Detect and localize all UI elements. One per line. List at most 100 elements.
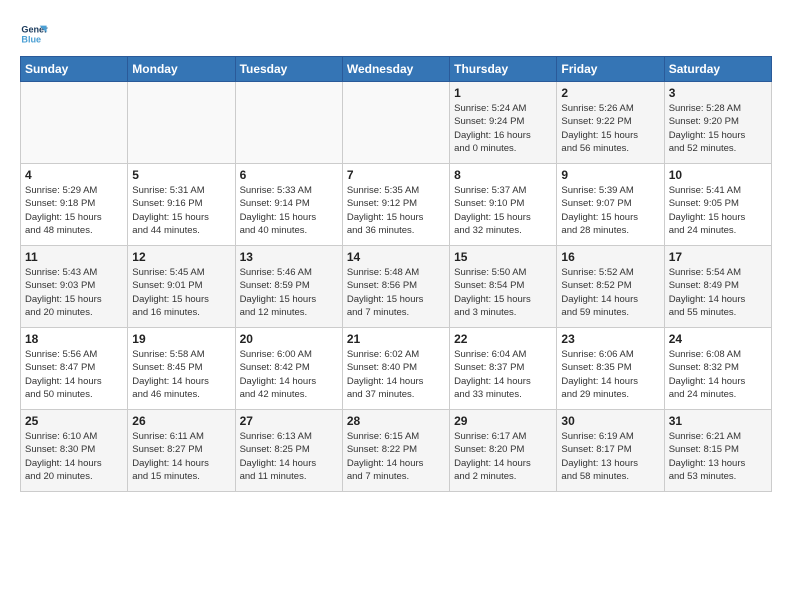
day-info: Sunrise: 5:41 AMSunset: 9:05 PMDaylight:… [669,184,767,237]
day-number: 7 [347,168,445,182]
day-info: Sunrise: 6:02 AMSunset: 8:40 PMDaylight:… [347,348,445,401]
calendar-cell: 6 Sunrise: 5:33 AMSunset: 9:14 PMDaylight… [235,164,342,246]
day-number: 21 [347,332,445,346]
day-number: 20 [240,332,338,346]
day-number: 4 [25,168,123,182]
weekday-header-tuesday: Tuesday [235,57,342,82]
day-number: 25 [25,414,123,428]
calendar-week-1: 1Sunrise: 5:24 AMSunset: 9:24 PMDaylight… [21,82,772,164]
calendar-cell [342,82,449,164]
day-info: Sunrise: 5:46 AMSunset: 8:59 PMDaylight:… [240,266,338,319]
calendar-cell: 21 Sunrise: 6:02 AMSunset: 8:40 PMDayligh… [342,328,449,410]
calendar-cell: 17Sunrise: 5:54 AMSunset: 8:49 PMDayligh… [664,246,771,328]
weekday-header-wednesday: Wednesday [342,57,449,82]
day-info: Sunrise: 5:43 AMSunset: 9:03 PMDaylight:… [25,266,123,319]
logo: General Blue [20,20,50,48]
day-number: 22 [454,332,552,346]
calendar-cell: 16 Sunrise: 5:52 AMSunset: 8:52 PMDayligh… [557,246,664,328]
day-number: 9 [561,168,659,182]
page-container: General Blue SundayMondayTuesdayWednesda… [0,0,792,502]
calendar-cell: 14Sunrise: 5:48 AMSunset: 8:56 PMDayligh… [342,246,449,328]
calendar-cell: 10 Sunrise: 5:41 AMSunset: 9:05 PMDayligh… [664,164,771,246]
day-number: 29 [454,414,552,428]
calendar-cell: 9 Sunrise: 5:39 AMSunset: 9:07 PMDaylight… [557,164,664,246]
calendar-header: SundayMondayTuesdayWednesdayThursdayFrid… [21,57,772,82]
day-number: 19 [132,332,230,346]
calendar-cell: 22 Sunrise: 6:04 AMSunset: 8:37 PMDayligh… [450,328,557,410]
calendar-cell: 20 Sunrise: 6:00 AMSunset: 8:42 PMDayligh… [235,328,342,410]
calendar-cell [235,82,342,164]
day-info: Sunrise: 6:04 AMSunset: 8:37 PMDaylight:… [454,348,552,401]
calendar-cell: 27Sunrise: 6:13 AMSunset: 8:25 PMDayligh… [235,410,342,492]
day-number: 15 [454,250,552,264]
calendar-week-3: 11 Sunrise: 5:43 AMSunset: 9:03 PMDayligh… [21,246,772,328]
day-info: Sunrise: 5:35 AMSunset: 9:12 PMDaylight:… [347,184,445,237]
day-info: Sunrise: 6:15 AMSunset: 8:22 PMDaylight:… [347,430,445,483]
day-number: 27 [240,414,338,428]
calendar-cell: 5Sunrise: 5:31 AMSunset: 9:16 PMDaylight… [128,164,235,246]
calendar-cell: 1Sunrise: 5:24 AMSunset: 9:24 PMDaylight… [450,82,557,164]
day-info: Sunrise: 6:06 AMSunset: 8:35 PMDaylight:… [561,348,659,401]
calendar-cell: 29Sunrise: 6:17 AMSunset: 8:20 PMDayligh… [450,410,557,492]
day-info: Sunrise: 5:52 AMSunset: 8:52 PMDaylight:… [561,266,659,319]
day-info: Sunrise: 5:37 AMSunset: 9:10 PMDaylight:… [454,184,552,237]
calendar-week-2: 4 Sunrise: 5:29 AMSunset: 9:18 PMDaylight… [21,164,772,246]
day-number: 8 [454,168,552,182]
day-info: Sunrise: 5:58 AMSunset: 8:45 PMDaylight:… [132,348,230,401]
day-number: 12 [132,250,230,264]
day-info: Sunrise: 5:54 AMSunset: 8:49 PMDaylight:… [669,266,767,319]
calendar-cell: 13Sunrise: 5:46 AMSunset: 8:59 PMDayligh… [235,246,342,328]
calendar-cell [128,82,235,164]
calendar-cell: 15 Sunrise: 5:50 AMSunset: 8:54 PMDayligh… [450,246,557,328]
calendar-cell: 18 Sunrise: 5:56 AMSunset: 8:47 PMDayligh… [21,328,128,410]
calendar-cell [21,82,128,164]
day-number: 10 [669,168,767,182]
calendar-week-4: 18 Sunrise: 5:56 AMSunset: 8:47 PMDayligh… [21,328,772,410]
day-number: 6 [240,168,338,182]
day-info: Sunrise: 6:19 AMSunset: 8:17 PMDaylight:… [561,430,659,483]
calendar-cell: 12 Sunrise: 5:45 AMSunset: 9:01 PMDayligh… [128,246,235,328]
weekday-header-sunday: Sunday [21,57,128,82]
calendar-cell: 3Sunrise: 5:28 AMSunset: 9:20 PMDaylight… [664,82,771,164]
calendar-cell: 26Sunrise: 6:11 AMSunset: 8:27 PMDayligh… [128,410,235,492]
day-info: Sunrise: 6:00 AMSunset: 8:42 PMDaylight:… [240,348,338,401]
calendar-table: SundayMondayTuesdayWednesdayThursdayFrid… [20,56,772,492]
calendar-cell: 11 Sunrise: 5:43 AMSunset: 9:03 PMDayligh… [21,246,128,328]
day-info: Sunrise: 5:28 AMSunset: 9:20 PMDaylight:… [669,102,767,155]
calendar-cell: 28 Sunrise: 6:15 AMSunset: 8:22 PMDayligh… [342,410,449,492]
weekday-row: SundayMondayTuesdayWednesdayThursdayFrid… [21,57,772,82]
day-number: 31 [669,414,767,428]
calendar-cell: 8 Sunrise: 5:37 AMSunset: 9:10 PMDaylight… [450,164,557,246]
day-number: 11 [25,250,123,264]
calendar-cell: 2 Sunrise: 5:26 AMSunset: 9:22 PMDaylight… [557,82,664,164]
day-info: Sunrise: 5:26 AMSunset: 9:22 PMDaylight:… [561,102,659,155]
day-info: Sunrise: 5:39 AMSunset: 9:07 PMDaylight:… [561,184,659,237]
day-number: 30 [561,414,659,428]
day-info: Sunrise: 5:45 AMSunset: 9:01 PMDaylight:… [132,266,230,319]
calendar-cell: 25 Sunrise: 6:10 AMSunset: 8:30 PMDayligh… [21,410,128,492]
day-info: Sunrise: 5:33 AMSunset: 9:14 PMDaylight:… [240,184,338,237]
calendar-cell: 19 Sunrise: 5:58 AMSunset: 8:45 PMDayligh… [128,328,235,410]
weekday-header-saturday: Saturday [664,57,771,82]
day-info: Sunrise: 6:11 AMSunset: 8:27 PMDaylight:… [132,430,230,483]
day-number: 5 [132,168,230,182]
calendar-cell: 30 Sunrise: 6:19 AMSunset: 8:17 PMDayligh… [557,410,664,492]
day-number: 28 [347,414,445,428]
svg-text:Blue: Blue [21,34,41,44]
day-number: 16 [561,250,659,264]
calendar-week-5: 25 Sunrise: 6:10 AMSunset: 8:30 PMDayligh… [21,410,772,492]
day-info: Sunrise: 5:56 AMSunset: 8:47 PMDaylight:… [25,348,123,401]
calendar-cell: 31Sunrise: 6:21 AMSunset: 8:15 PMDayligh… [664,410,771,492]
day-info: Sunrise: 5:50 AMSunset: 8:54 PMDaylight:… [454,266,552,319]
calendar-body: 1Sunrise: 5:24 AMSunset: 9:24 PMDaylight… [21,82,772,492]
day-info: Sunrise: 5:29 AMSunset: 9:18 PMDaylight:… [25,184,123,237]
weekday-header-thursday: Thursday [450,57,557,82]
day-number: 18 [25,332,123,346]
weekday-header-friday: Friday [557,57,664,82]
day-number: 2 [561,86,659,100]
day-info: Sunrise: 5:24 AMSunset: 9:24 PMDaylight:… [454,102,552,155]
day-info: Sunrise: 6:10 AMSunset: 8:30 PMDaylight:… [25,430,123,483]
header: General Blue [20,16,772,48]
weekday-header-monday: Monday [128,57,235,82]
day-number: 23 [561,332,659,346]
